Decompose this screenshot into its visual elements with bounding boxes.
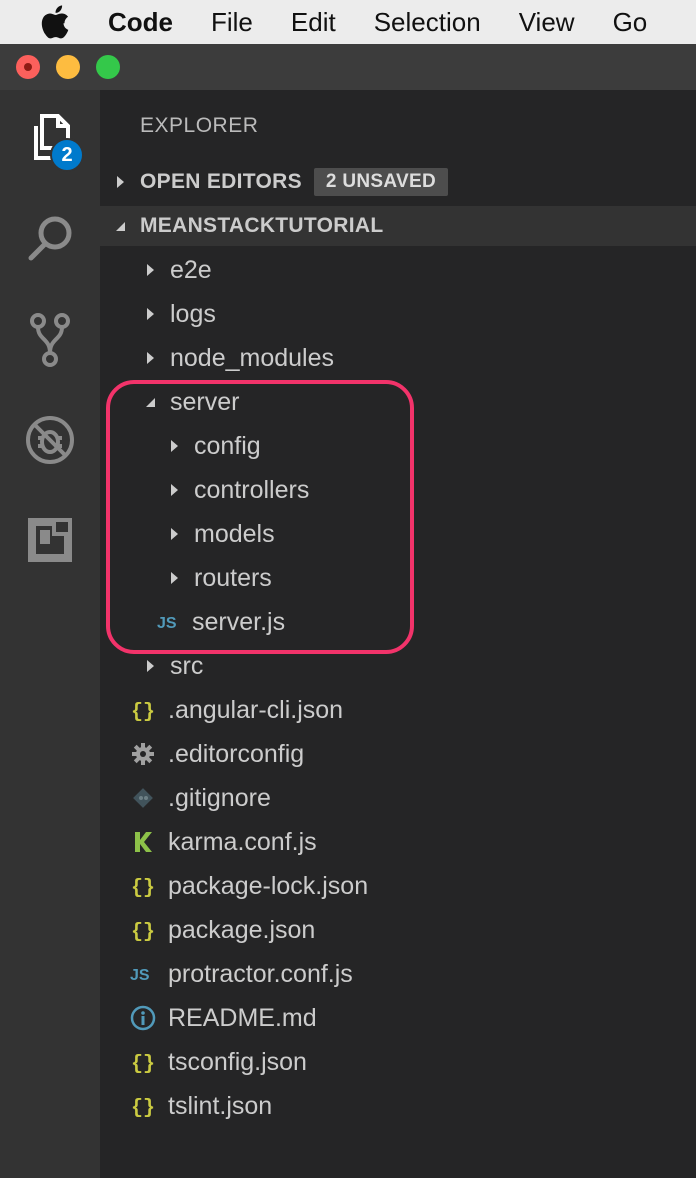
- project-label: MEANSTACKTUTORIAL: [140, 214, 384, 237]
- unsaved-badge: 2 UNSAVED: [313, 168, 448, 196]
- tree-item-server[interactable]: server: [100, 380, 696, 424]
- svg-text:{}: {}: [131, 1097, 155, 1118]
- window-titlebar: [0, 44, 696, 90]
- tree-item-label: src: [170, 651, 204, 680]
- tree-item-label: config: [194, 431, 261, 460]
- chevron-down-icon: [140, 395, 160, 409]
- chevron-right-icon: [164, 526, 184, 542]
- tree-item-label: karma.conf.js: [168, 827, 317, 856]
- debug-icon[interactable]: [20, 410, 80, 470]
- json-file-icon: {}: [130, 697, 156, 723]
- activity-bar: 2: [0, 90, 100, 1178]
- chevron-right-icon: [100, 174, 140, 190]
- js-file-icon: JS: [130, 961, 156, 987]
- menu-file[interactable]: File: [211, 7, 253, 38]
- tree-item-config[interactable]: config: [100, 424, 696, 468]
- explorer-title: EXPLORER: [140, 114, 259, 137]
- extensions-icon[interactable]: [20, 510, 80, 570]
- json-file-icon: {}: [130, 1049, 156, 1075]
- tree-item-tsconfig-json[interactable]: {} tsconfig.json: [100, 1040, 696, 1084]
- json-file-icon: {}: [130, 1093, 156, 1119]
- svg-text:{}: {}: [131, 921, 155, 942]
- open-editors-section[interactable]: OPEN EDITORS 2 UNSAVED: [100, 162, 696, 202]
- menu-view[interactable]: View: [519, 7, 575, 38]
- js-file-icon: JS: [156, 609, 184, 635]
- git-icon: [130, 785, 156, 811]
- gear-icon: [130, 741, 156, 767]
- tree-item-label: e2e: [170, 255, 212, 284]
- karma-icon: [130, 829, 156, 855]
- tree-item-node-modules[interactable]: node_modules: [100, 336, 696, 380]
- tree-item-label: logs: [170, 299, 216, 328]
- tree-item-package-lock-json[interactable]: {} package-lock.json: [100, 864, 696, 908]
- apple-logo-icon[interactable]: [40, 5, 74, 39]
- info-icon: [130, 1005, 156, 1031]
- json-file-icon: {}: [130, 917, 156, 943]
- menu-code[interactable]: Code: [108, 7, 173, 38]
- tree-item-label: node_modules: [170, 343, 335, 372]
- menu-go[interactable]: Go: [613, 7, 648, 38]
- tree-item-controllers[interactable]: controllers: [100, 468, 696, 512]
- chevron-right-icon: [140, 306, 160, 322]
- tree-item-readme-md[interactable]: README.md: [100, 996, 696, 1040]
- tree-item-label: .angular-cli.json: [168, 695, 344, 724]
- chevron-right-icon: [140, 350, 160, 366]
- menu-edit[interactable]: Edit: [291, 7, 336, 38]
- tree-item-routers[interactable]: routers: [100, 556, 696, 600]
- tree-item-protractor-conf-js[interactable]: JS protractor.conf.js: [100, 952, 696, 996]
- menu-selection[interactable]: Selection: [374, 7, 481, 38]
- open-editors-label: OPEN EDITORS: [140, 170, 302, 193]
- source-control-icon[interactable]: [20, 310, 80, 370]
- tree-item-label: tsconfig.json: [168, 1047, 307, 1076]
- tree-item-label: controllers: [194, 475, 310, 504]
- chevron-right-icon: [164, 570, 184, 586]
- chevron-down-icon: [100, 219, 140, 233]
- tree-item-label: tslint.json: [168, 1091, 273, 1120]
- tree-item-label: routers: [194, 563, 272, 592]
- tree-item-tslint-json[interactable]: {} tslint.json: [100, 1084, 696, 1128]
- window-maximize-button[interactable]: [96, 55, 120, 79]
- tree-item-label: models: [194, 519, 275, 548]
- tree-item-label: package-lock.json: [168, 871, 369, 900]
- tree-item-e2e[interactable]: e2e: [100, 248, 696, 292]
- tree-item-package-json[interactable]: {} package.json: [100, 908, 696, 952]
- macos-menubar: Code File Edit Selection View Go: [0, 0, 696, 44]
- json-file-icon: {}: [130, 873, 156, 899]
- svg-text:JS: JS: [130, 967, 150, 984]
- window-minimize-button[interactable]: [56, 55, 80, 79]
- tree-item-editorconfig[interactable]: .editorconfig: [100, 732, 696, 776]
- tree-item-label: README.md: [168, 1003, 317, 1032]
- explorer-sidebar: EXPLORER OPEN EDITORS 2 UNSAVED MEANSTAC…: [100, 90, 696, 1178]
- tree-item-server-js[interactable]: JS server.js: [100, 600, 696, 644]
- chevron-right-icon: [164, 438, 184, 454]
- tree-item-label: server: [170, 387, 240, 416]
- chevron-right-icon: [140, 658, 160, 674]
- tree-item-gitignore[interactable]: .gitignore: [100, 776, 696, 820]
- tree-item-logs[interactable]: logs: [100, 292, 696, 336]
- tree-item-label: package.json: [168, 915, 316, 944]
- tree-item-label: .gitignore: [168, 783, 271, 812]
- tree-item-label: server.js: [192, 607, 286, 636]
- svg-text:JS: JS: [157, 615, 177, 632]
- tree-item-angular-cli-json[interactable]: {} .angular-cli.json: [100, 688, 696, 732]
- tree-item-src[interactable]: src: [100, 644, 696, 688]
- tree-item-karma-conf-js[interactable]: karma.conf.js: [100, 820, 696, 864]
- svg-text:{}: {}: [131, 701, 155, 722]
- project-section[interactable]: MEANSTACKTUTORIAL: [100, 206, 696, 246]
- window-close-button[interactable]: [16, 55, 40, 79]
- tree-item-label: protractor.conf.js: [168, 959, 353, 988]
- svg-text:{}: {}: [131, 1053, 155, 1074]
- tree-item-models[interactable]: models: [100, 512, 696, 556]
- chevron-right-icon: [164, 482, 184, 498]
- search-icon[interactable]: [20, 208, 80, 268]
- explorer-badge: 2: [50, 138, 84, 172]
- chevron-right-icon: [140, 262, 160, 278]
- tree-item-label: .editorconfig: [168, 739, 305, 768]
- svg-text:{}: {}: [131, 877, 155, 898]
